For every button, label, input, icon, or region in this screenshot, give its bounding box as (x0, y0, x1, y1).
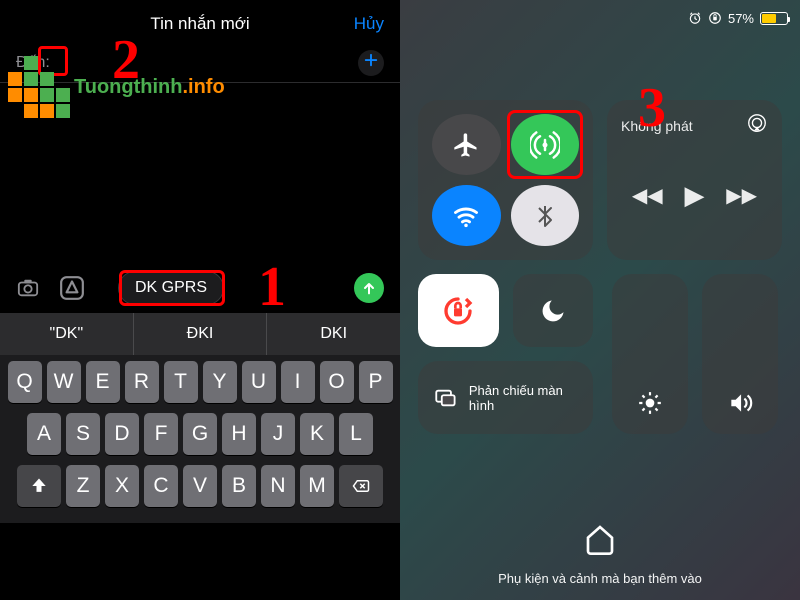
appstore-icon (59, 275, 85, 301)
key-backspace[interactable] (339, 465, 383, 507)
watermark-text: Tuongthinh.info (74, 76, 225, 99)
plus-icon (362, 51, 380, 69)
battery-percent: 57% (728, 11, 754, 26)
bluetooth-icon (533, 204, 557, 228)
page-title: Tin nhắn mới (150, 14, 249, 33)
control-center-grid: Không phát ◀◀ ▶ ▶▶ Phản (418, 100, 782, 434)
mirror-label: Phản chiếu màn hình (469, 383, 577, 413)
prediction-1[interactable]: ĐKI (134, 313, 268, 355)
wifi-toggle[interactable] (432, 185, 501, 246)
home-accessories: Phụ kiện và cảnh mà bạn thêm vào (400, 523, 800, 588)
annotation-box-3 (507, 110, 584, 179)
status-bar: 57% (400, 8, 800, 28)
key-g[interactable]: G (183, 413, 217, 455)
watermark-logo (8, 56, 70, 118)
do-not-disturb-toggle[interactable] (513, 274, 594, 347)
message-input-bar: DK GPRS (0, 263, 400, 313)
volume-slider[interactable] (702, 274, 778, 434)
key-b[interactable]: B (222, 465, 256, 507)
key-i[interactable]: I (281, 361, 315, 403)
media-card[interactable]: Không phát ◀◀ ▶ ▶▶ (607, 100, 782, 260)
camera-button[interactable] (12, 275, 44, 301)
prediction-0[interactable]: "DK" (0, 313, 134, 355)
play-button[interactable]: ▶ (684, 180, 704, 211)
wifi-icon (452, 202, 480, 230)
key-n[interactable]: N (261, 465, 295, 507)
key-h[interactable]: H (222, 413, 256, 455)
media-controls: ◀◀ ▶ ▶▶ (621, 180, 768, 211)
alarm-icon (688, 11, 702, 25)
messages-header: Tin nhắn mới Hủy (0, 0, 400, 44)
key-u[interactable]: U (242, 361, 276, 403)
messages-pane: Tin nhắn mới Hủy Đến: Tuongthinh.info 2 (0, 0, 400, 600)
key-t[interactable]: T (164, 361, 198, 403)
brightness-slider[interactable] (612, 274, 688, 434)
send-button[interactable] (354, 273, 384, 303)
key-c[interactable]: C (144, 465, 178, 507)
key-e[interactable]: E (86, 361, 120, 403)
keyboard-row-3: Z X C V B N M (3, 465, 397, 507)
next-track-button[interactable]: ▶▶ (726, 183, 757, 208)
volume-icon (727, 390, 753, 416)
key-z[interactable]: Z (66, 465, 100, 507)
prediction-2[interactable]: DKI (267, 313, 400, 355)
moon-icon (539, 297, 567, 325)
cancel-button[interactable]: Hủy (354, 14, 384, 34)
rotation-lock-toggle[interactable] (418, 274, 499, 347)
add-contact-button[interactable] (358, 50, 384, 76)
key-p[interactable]: P (359, 361, 393, 403)
key-shift[interactable] (17, 465, 61, 507)
control-center-pane: 57% 3 Không phát ◀◀ (400, 0, 800, 600)
annotation-number-2: 2 (112, 28, 140, 92)
appstore-button[interactable] (56, 275, 88, 301)
key-l[interactable]: L (339, 413, 373, 455)
key-y[interactable]: Y (203, 361, 237, 403)
key-w[interactable]: W (47, 361, 81, 403)
connectivity-card (418, 100, 593, 260)
brightness-icon (637, 390, 663, 416)
keyboard-row-2: A S D F G H J K L (3, 413, 397, 455)
bluetooth-toggle[interactable] (511, 185, 580, 246)
airplane-icon (452, 131, 480, 159)
home-text: Phụ kiện và cảnh mà bạn thêm vào (498, 571, 702, 586)
mirror-icon (434, 387, 457, 409)
key-s[interactable]: S (66, 413, 100, 455)
key-x[interactable]: X (105, 465, 139, 507)
screen-mirroring-button[interactable]: Phản chiếu màn hình (418, 361, 593, 434)
battery-icon (760, 12, 788, 25)
home-icon (400, 523, 800, 562)
message-input[interactable]: DK GPRS (118, 271, 224, 305)
rotation-lock-icon (442, 295, 474, 327)
key-k[interactable]: K (300, 413, 334, 455)
key-v[interactable]: V (183, 465, 217, 507)
message-input-text: DK GPRS (135, 279, 207, 296)
lock-rotation-icon (708, 11, 722, 25)
backspace-icon (350, 477, 372, 495)
key-j[interactable]: J (261, 413, 295, 455)
annotation-number-3: 3 (638, 76, 666, 140)
shift-icon (29, 476, 49, 496)
key-q[interactable]: Q (8, 361, 42, 403)
key-o[interactable]: O (320, 361, 354, 403)
key-m[interactable]: M (300, 465, 334, 507)
key-r[interactable]: R (125, 361, 159, 403)
arrow-up-icon (361, 280, 377, 296)
key-d[interactable]: D (105, 413, 139, 455)
keyboard: Q W E R T Y U I O P A S D F G H J K L Z (0, 355, 400, 523)
key-f[interactable]: F (144, 413, 178, 455)
prediction-bar: "DK" ĐKI DKI (0, 313, 400, 355)
cellular-data-toggle[interactable] (511, 114, 580, 175)
annotation-number-1: 1 (258, 255, 286, 319)
prev-track-button[interactable]: ◀◀ (632, 183, 663, 208)
airplane-mode-toggle[interactable] (432, 114, 501, 175)
key-a[interactable]: A (27, 413, 61, 455)
keyboard-row-1: Q W E R T Y U I O P (3, 361, 397, 403)
camera-icon (14, 277, 42, 299)
